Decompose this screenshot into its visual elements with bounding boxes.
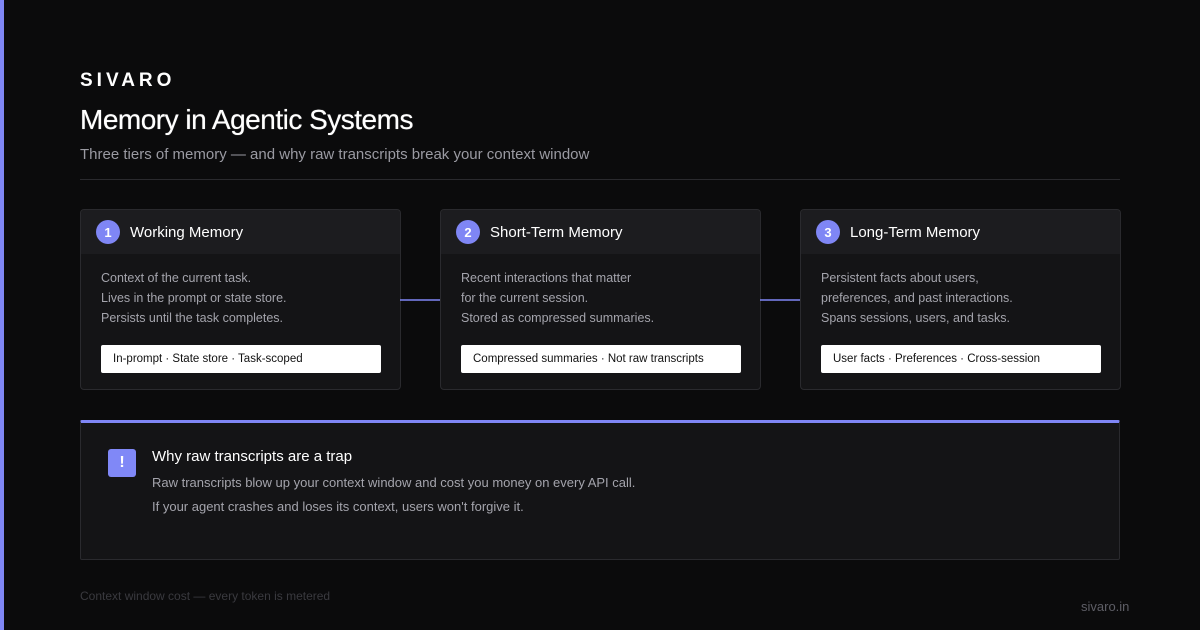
tier-description: Context of the current task. Lives in th… xyxy=(81,254,400,328)
tier-number-badge: 1 xyxy=(96,220,120,244)
page-title: Memory in Agentic Systems xyxy=(80,104,413,135)
tier-title: Long-Term Memory xyxy=(850,223,981,241)
site-domain: sivaro.in xyxy=(1081,599,1130,614)
warning-callout: ! Why raw transcripts are a trap Raw tra… xyxy=(80,420,1120,560)
description-line: Recent interactions that matter xyxy=(461,271,632,285)
callout-title: Why raw transcripts are a trap xyxy=(152,448,353,465)
tier-number-badge: 3 xyxy=(816,220,840,244)
description-line: Persistent facts about users, xyxy=(821,271,979,285)
left-accent-bar xyxy=(0,0,4,630)
tier-number-badge: 2 xyxy=(456,220,480,244)
tier-tags: Compressed summaries · Not raw transcrip… xyxy=(461,345,741,373)
tier-description: Persistent facts about users, preference… xyxy=(801,254,1120,328)
description-line: Persists until the task completes. xyxy=(101,311,284,325)
description-line: Context of the current task. xyxy=(101,271,252,285)
card-header: 1 Working Memory xyxy=(81,210,400,254)
callout-text: If your agent crashes and loses its cont… xyxy=(152,499,524,514)
tier-title: Working Memory xyxy=(130,223,244,241)
callout-text: Raw transcripts blow up your context win… xyxy=(152,475,636,490)
tier-card-working-memory: 1 Working Memory Context of the current … xyxy=(80,209,401,390)
card-header: 3 Long-Term Memory xyxy=(801,210,1120,254)
description-line: Lives in the prompt or state store. xyxy=(101,291,287,305)
tier-card-short-term-memory: 2 Short-Term Memory Recent interactions … xyxy=(440,209,761,390)
exclamation-icon: ! xyxy=(108,449,136,477)
tier-title: Short-Term Memory xyxy=(490,223,623,241)
description-line: for the current session. xyxy=(461,291,589,305)
card-header: 2 Short-Term Memory xyxy=(441,210,760,254)
tier-card-long-term-memory: 3 Long-Term Memory Persistent facts abou… xyxy=(800,209,1121,390)
description-line: Stored as compressed summaries. xyxy=(461,311,655,325)
tier-tags: User facts · Preferences · Cross-session xyxy=(821,345,1101,373)
tier-description: Recent interactions that matter for the … xyxy=(441,254,760,328)
footnote: Context window cost — every token is met… xyxy=(80,589,331,603)
page-subtitle: Three tiers of memory — and why raw tran… xyxy=(80,146,590,163)
description-line: preferences, and past interactions. xyxy=(821,291,1013,305)
tier-tags: In-prompt · State store · Task-scoped xyxy=(101,345,381,373)
header-divider xyxy=(80,179,1120,180)
brand-wordmark: SIVARO xyxy=(80,70,176,91)
description-line: Spans sessions, users, and tasks. xyxy=(821,311,1010,325)
